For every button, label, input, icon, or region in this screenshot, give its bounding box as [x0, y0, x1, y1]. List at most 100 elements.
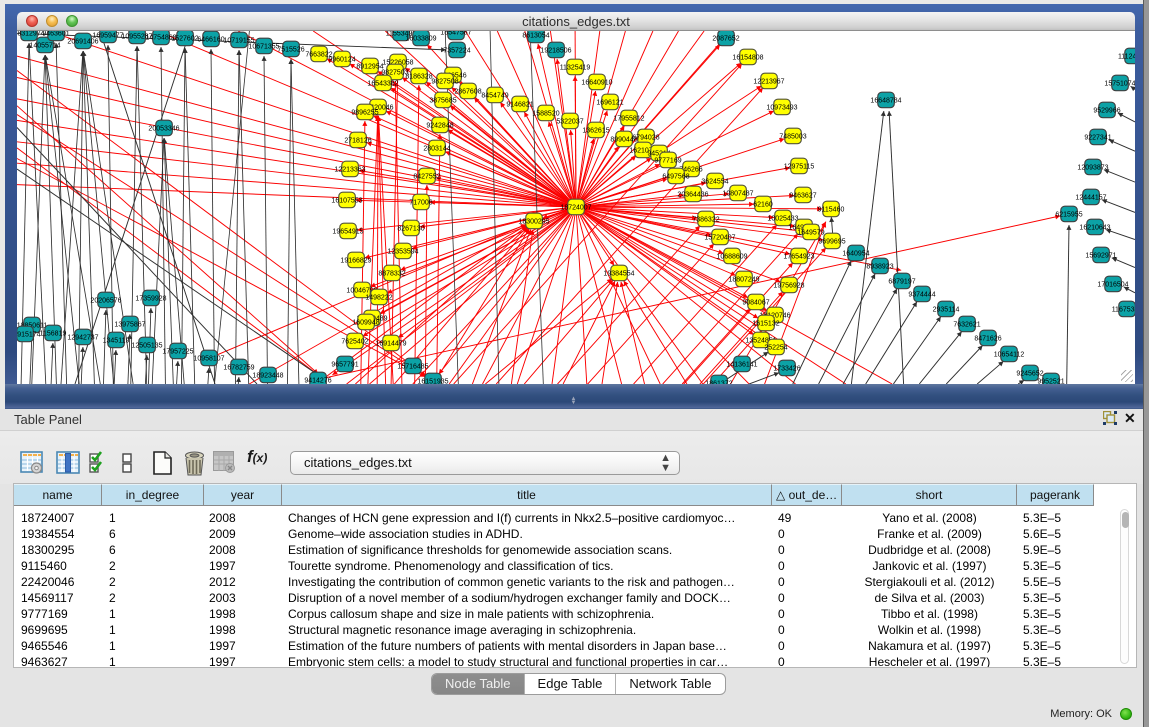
svg-text:16210643: 16210643 [1079, 224, 1110, 231]
svg-text:16107553: 16107553 [331, 197, 362, 204]
svg-text:8613054: 8613054 [522, 32, 549, 39]
svg-text:8878332: 8878332 [378, 270, 405, 277]
svg-text:15720407: 15720407 [704, 234, 735, 241]
svg-text:1649579: 1649579 [797, 229, 824, 236]
svg-text:9374444: 9374444 [908, 291, 935, 298]
svg-text:1362615: 1362615 [582, 127, 609, 134]
svg-text:1696121: 1696121 [596, 99, 623, 106]
svg-text:16914479: 16914479 [375, 340, 406, 347]
svg-text:18312974: 18312974 [17, 31, 45, 37]
svg-text:9242848: 9242848 [426, 122, 453, 129]
svg-text:252254: 252254 [764, 344, 787, 351]
svg-text:1609948: 1609948 [352, 319, 379, 326]
svg-text:1498222: 1498222 [365, 294, 392, 301]
svg-text:13975867: 13975867 [114, 321, 145, 328]
svg-text:2803144: 2803144 [423, 145, 450, 152]
svg-text:7386322: 7386322 [692, 216, 719, 223]
svg-text:10688609: 10688609 [716, 253, 747, 260]
svg-text:1861372: 1861372 [705, 380, 732, 384]
svg-text:17654923: 17654923 [783, 253, 814, 260]
svg-text:17016504: 17016504 [1097, 281, 1128, 288]
svg-text:717006: 717006 [409, 199, 432, 206]
svg-text:1640954: 1640954 [842, 250, 869, 257]
svg-text:14136141: 14136141 [726, 361, 757, 368]
svg-text:11124940: 11124940 [1118, 53, 1135, 60]
svg-text:11675356: 11675356 [1112, 306, 1135, 313]
svg-text:12942737: 12942737 [67, 334, 98, 341]
svg-text:9529966: 9529966 [1093, 107, 1120, 114]
svg-text:18547587: 18547587 [440, 31, 471, 36]
svg-text:18300295: 18300295 [518, 218, 549, 225]
svg-text:8912954: 8912954 [356, 63, 383, 70]
svg-text:12505135: 12505135 [131, 342, 162, 349]
svg-text:9463601: 9463601 [42, 31, 69, 37]
svg-text:7632621: 7632621 [953, 321, 980, 328]
svg-text:10958107: 10958107 [193, 355, 224, 362]
svg-text:19756928: 19756928 [773, 282, 804, 289]
svg-text:10025433: 10025433 [767, 215, 798, 222]
svg-text:19384554: 19384554 [603, 270, 634, 277]
svg-text:9699695: 9699695 [818, 238, 845, 245]
svg-text:12213967: 12213967 [753, 78, 784, 85]
svg-text:17955812: 17955812 [613, 115, 644, 122]
svg-text:9896255: 9896255 [351, 109, 378, 116]
svg-text:10654112: 10654112 [994, 351, 1025, 358]
svg-text:12213363: 12213363 [334, 166, 365, 173]
svg-text:62160: 62160 [753, 201, 773, 208]
svg-text:10807487: 10807487 [722, 190, 753, 197]
svg-text:3875685: 3875685 [429, 97, 456, 104]
svg-text:20364436: 20364436 [677, 191, 708, 198]
svg-text:15716485: 15716485 [397, 363, 428, 370]
svg-text:12975115: 12975115 [784, 163, 815, 170]
svg-text:13915174: 13915174 [17, 331, 41, 338]
svg-text:19166829: 19166829 [340, 257, 371, 264]
svg-text:12093873: 12093873 [1077, 164, 1108, 171]
svg-text:6497568: 6497568 [662, 173, 689, 180]
svg-text:8267130: 8267130 [397, 225, 424, 232]
svg-text:9245652: 9245652 [1016, 370, 1043, 377]
svg-text:9777169: 9777169 [654, 157, 681, 164]
svg-text:9115460: 9115460 [818, 206, 845, 213]
svg-text:16033809: 16033809 [405, 35, 436, 42]
svg-text:16648784: 16648784 [870, 97, 901, 104]
svg-text:10671355: 10671355 [248, 43, 279, 50]
svg-text:16543382: 16543382 [367, 80, 398, 87]
svg-text:2935114: 2935114 [933, 306, 960, 313]
svg-text:20053346: 20053346 [148, 125, 179, 132]
svg-text:8454749: 8454749 [481, 92, 508, 99]
svg-text:5322037: 5322037 [556, 118, 583, 125]
svg-text:10973493: 10973493 [766, 104, 797, 111]
svg-text:6879197: 6879197 [888, 278, 915, 285]
svg-text:16154808: 16154808 [732, 54, 763, 61]
svg-text:18724007: 18724007 [560, 204, 591, 211]
svg-text:9827508: 9827508 [431, 78, 458, 85]
svg-text:19654915: 19654915 [332, 228, 363, 235]
svg-text:8427552: 8427552 [413, 173, 440, 180]
svg-text:9463627: 9463627 [789, 192, 816, 199]
svg-text:7625402: 7625402 [341, 338, 368, 345]
svg-text:3624554: 3624554 [701, 178, 728, 185]
svg-text:9414276: 9414276 [304, 377, 331, 384]
svg-text:16151935: 16151935 [417, 378, 448, 384]
svg-text:9146821: 9146821 [506, 101, 533, 108]
svg-text:7357224: 7357224 [443, 47, 470, 54]
svg-text:20691406: 20691406 [67, 38, 98, 45]
svg-text:7485003: 7485003 [779, 133, 806, 140]
svg-text:1615132: 1615132 [752, 320, 779, 327]
svg-text:6215955: 6215955 [1055, 211, 1082, 218]
svg-text:9952521: 9952521 [1037, 378, 1064, 384]
svg-text:18923448: 18923448 [252, 372, 283, 379]
svg-text:15751074: 15751074 [1104, 80, 1135, 87]
svg-text:19218506: 19218506 [540, 47, 571, 54]
svg-text:6794028: 6794028 [632, 134, 659, 141]
svg-text:16782759: 16782759 [223, 364, 254, 371]
svg-text:1527602: 1527602 [171, 35, 198, 42]
svg-text:1588520: 1588520 [532, 110, 559, 117]
svg-text:2087652: 2087652 [712, 35, 739, 42]
svg-text:1345119: 1345119 [103, 337, 130, 344]
svg-text:1156819: 1156819 [40, 330, 67, 337]
svg-text:17957225: 17957225 [162, 348, 193, 355]
svg-text:9084067: 9084067 [742, 299, 769, 306]
svg-text:12444157: 12444157 [1075, 194, 1106, 201]
svg-text:9227341: 9227341 [1084, 134, 1111, 141]
